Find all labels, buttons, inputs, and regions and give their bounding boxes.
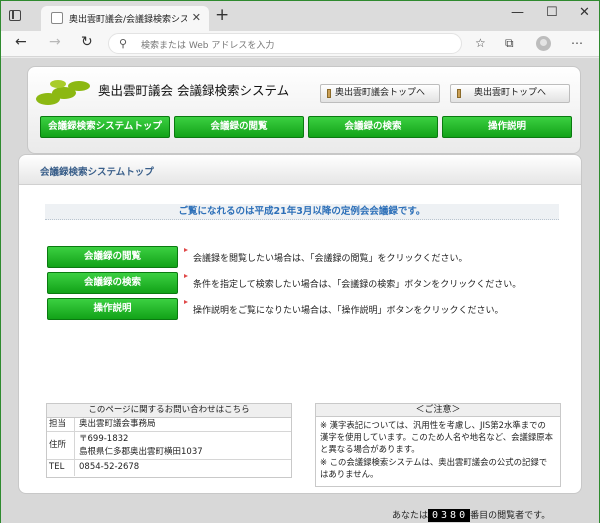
- nav-system-top[interactable]: 会議録検索システムトップ: [40, 116, 170, 138]
- contact-title: このページに関するお問い合わせはこちら: [47, 404, 291, 418]
- browse-minutes-button[interactable]: 会議録の閲覧: [47, 246, 178, 268]
- caution-line: ※ この会議録検索システムは、奥出雲町議会の公式の記録で: [320, 456, 548, 467]
- action-description: 操作説明をご覧になりたい場合は、「操作説明」ボタンをクリックください。: [193, 306, 504, 316]
- refresh-icon[interactable]: ↻: [81, 34, 93, 50]
- search-minutes-button[interactable]: 会議録の検索: [47, 272, 178, 294]
- minimize-icon[interactable]: —: [511, 5, 524, 20]
- contact-row: TEL 0854-52-2678: [47, 460, 291, 476]
- caution-text: ※ 漢字表記については、汎用性を考慮し、JIS第2水準までの 漢字を使用していま…: [316, 417, 560, 482]
- council-top-link[interactable]: 奥出雲町議会トップへ: [320, 84, 440, 103]
- section-header: 会議録検索システムトップ: [19, 155, 581, 185]
- section-title: 会議録検索システムトップ: [40, 167, 154, 178]
- caution-box: ＜ご注意＞ ※ 漢字表記については、汎用性を考慮し、JIS第2水準までの 漢字を…: [315, 403, 561, 487]
- browser-window: 奥出雲町議会/会議録検索システム ✕ + — ☐ ✕ ← → ↻ ⚲ 検索または…: [0, 0, 600, 523]
- town-logo-icon: [36, 80, 90, 105]
- profile-avatar[interactable]: [536, 36, 551, 51]
- bullet-arrow-icon: [184, 300, 188, 304]
- tab-close-icon[interactable]: ✕: [192, 11, 201, 24]
- contact-label: TEL: [47, 460, 75, 476]
- search-icon: ⚲: [119, 37, 128, 50]
- action-row-search: 会議録の検索 条件を指定して検索したい場合は、「会議録の検索」ボタンをクリックく…: [47, 272, 567, 294]
- counter-suffix: 番目の閲覧者です。: [470, 511, 551, 521]
- bullet-arrow-icon: [184, 248, 188, 252]
- active-tab[interactable]: 奥出雲町議会/会議録検索システム ✕: [41, 6, 209, 31]
- tab-title: 奥出雲町議会/会議録検索システム: [69, 15, 187, 25]
- contact-table: このページに関するお問い合わせはこちら 担当 奥出雲町議会事務局 住所 〒699…: [46, 403, 292, 478]
- contact-label: 住所: [47, 432, 75, 459]
- tab-actions-icon[interactable]: [9, 10, 21, 21]
- town-top-link[interactable]: 奥出雲町トップへ: [450, 84, 570, 103]
- site-header: 奥出雲町議会 会議録検索システム 奥出雲町議会トップへ 奥出雲町トップへ 会議録…: [27, 66, 581, 154]
- nav-search-minutes[interactable]: 会議録の検索: [308, 116, 438, 138]
- action-description: 条件を指定して検索したい場合は、「会議録の検索」ボタンをクリックください。: [193, 280, 522, 290]
- contact-row: 担当 奥出雲町議会事務局: [47, 418, 291, 432]
- caution-line: はありません。: [320, 468, 379, 479]
- favorites-star-icon[interactable]: ☆: [475, 36, 486, 50]
- action-description: 会議録を閲覧したい場合は、「会議録の閲覧」をクリックください。: [193, 254, 468, 264]
- notice-banner: ご覧になれるのは平成21年3月以降の定例会会議録です。: [45, 204, 559, 220]
- page-favicon-icon: [51, 12, 63, 24]
- page-viewport: 奥出雲町議会 会議録検索システム 奥出雲町議会トップへ 奥出雲町トップへ 会議録…: [1, 58, 599, 523]
- forward-arrow-icon[interactable]: →: [49, 34, 61, 50]
- caution-line: 漢字を使用しています。このため人名や地名など、会議録原本: [320, 432, 553, 443]
- new-tab-icon[interactable]: +: [215, 5, 229, 25]
- nav-browse-minutes[interactable]: 会議録の閲覧: [174, 116, 304, 138]
- caution-title: ＜ご注意＞: [316, 404, 560, 417]
- collections-icon[interactable]: ⧉: [505, 36, 514, 51]
- action-row-help: 操作説明 操作説明をご覧になりたい場合は、「操作説明」ボタンをクリックください。: [47, 298, 567, 320]
- browser-toolbar: ← → ↻ ⚲ 検索または Web アドレスを入力 ☆ ⧉ ⋯: [1, 31, 599, 57]
- address-bar[interactable]: ⚲ 検索または Web アドレスを入力: [108, 33, 462, 54]
- contact-value: 0854-52-2678: [79, 462, 140, 472]
- site-title: 奥出雲町議会 会議録検索システム: [98, 83, 290, 98]
- contact-value: 島根県仁多郡奥出雲町横田1037: [79, 447, 203, 457]
- action-row-browse: 会議録の閲覧 会議録を閲覧したい場合は、「会議録の閲覧」をクリックください。: [47, 246, 567, 268]
- contact-value: 〒699-1832: [79, 434, 129, 444]
- nav-help[interactable]: 操作説明: [442, 116, 572, 138]
- help-button[interactable]: 操作説明: [47, 298, 178, 320]
- contact-value: 奥出雲町議会事務局: [79, 419, 156, 429]
- main-content: 会議録検索システムトップ ご覧になれるのは平成21年3月以降の定例会会議録です。…: [18, 154, 582, 522]
- contact-row: 住所 〒699-1832 島根県仁多郡奥出雲町横田1037: [47, 432, 291, 460]
- back-arrow-icon[interactable]: ←: [15, 34, 27, 50]
- counter-digits: 0380: [428, 509, 471, 522]
- visitor-counter: あなたは 0380 番目の閲覧者です。: [392, 508, 550, 522]
- tab-strip: 奥出雲町議会/会議録検索システム ✕ + — ☐ ✕: [1, 1, 599, 31]
- council-top-link-label: 奥出雲町議会トップへ: [334, 88, 425, 98]
- caution-line: ※ 漢字表記については、汎用性を考慮し、JIS第2水準までの: [320, 420, 546, 430]
- address-placeholder: 検索または Web アドレスを入力: [141, 41, 275, 51]
- caution-line: と異なる場合があります。: [320, 444, 420, 455]
- link-marker-icon: [457, 89, 461, 98]
- contact-label: 担当: [47, 418, 75, 431]
- close-window-icon[interactable]: ✕: [579, 5, 590, 20]
- link-marker-icon: [327, 89, 331, 98]
- maximize-icon[interactable]: ☐: [546, 5, 558, 20]
- town-top-link-label: 奥出雲町トップへ: [473, 88, 546, 98]
- counter-prefix: あなたは: [392, 511, 429, 521]
- bullet-arrow-icon: [184, 274, 188, 278]
- more-menu-icon[interactable]: ⋯: [571, 36, 583, 50]
- main-nav: 会議録検索システムトップ 会議録の閲覧 会議録の検索 操作説明: [40, 116, 574, 138]
